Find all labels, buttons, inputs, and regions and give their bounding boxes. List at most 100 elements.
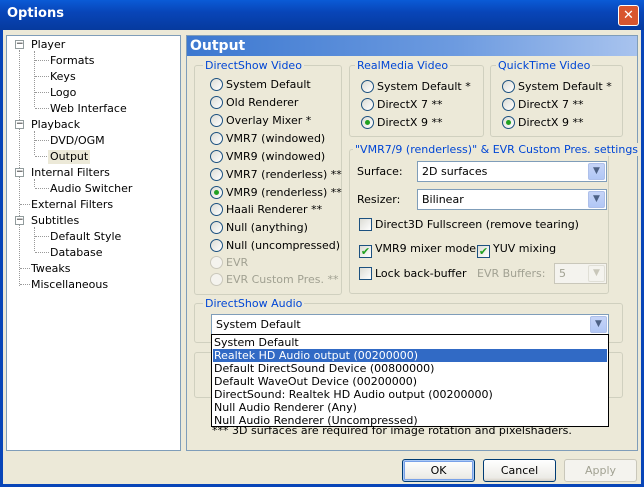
- tree-line: [35, 156, 49, 157]
- radio-ds-vmr9-renderless[interactable]: VMR9 (renderless) **: [210, 186, 342, 199]
- tree-line: [20, 268, 30, 269]
- expander-icon[interactable]: −: [15, 40, 24, 49]
- radio-ds-vmr7-windowed[interactable]: VMR7 (windowed): [210, 132, 325, 145]
- tree-item-playback[interactable]: Playback: [31, 118, 80, 132]
- radio-icon: [210, 203, 223, 216]
- tree-line: [35, 188, 49, 189]
- radio-rm-directx9[interactable]: DirectX 9 **: [361, 116, 442, 129]
- close-icon: ✕: [623, 8, 634, 23]
- evr-buffers-select: 5 ▼: [554, 263, 607, 284]
- radio-label: DirectX 9 **: [377, 116, 443, 129]
- lock-backbuffer-checkbox[interactable]: Lock back-buffer: [359, 267, 467, 280]
- dropdown-option[interactable]: Default WaveOut Device (00200000): [213, 375, 607, 388]
- radio-rm-system-default[interactable]: System Default *: [361, 80, 471, 93]
- dropdown-option-highlighted[interactable]: Realtek HD Audio output (00200000): [213, 349, 607, 362]
- tree-item-database[interactable]: Database: [50, 246, 103, 260]
- dropdown-option[interactable]: Null Audio Renderer (Any): [213, 401, 607, 414]
- tree-item-formats[interactable]: Formats: [50, 54, 95, 68]
- tree-item-keys[interactable]: Keys: [50, 70, 76, 84]
- tree-line: [20, 284, 30, 285]
- chevron-down-icon: ▼: [590, 316, 607, 333]
- tree-item-miscellaneous[interactable]: Miscellaneous: [31, 278, 108, 292]
- surface-select[interactable]: 2D surfaces ▼: [417, 161, 607, 182]
- radio-qt-system-default[interactable]: System Default *: [502, 80, 612, 93]
- radio-qt-directx9[interactable]: DirectX 9 **: [502, 116, 583, 129]
- radio-icon: [210, 239, 223, 252]
- tree-item-player[interactable]: Player: [31, 38, 65, 52]
- radio-icon: [361, 98, 374, 111]
- radio-ds-null-anything[interactable]: Null (anything): [210, 221, 308, 234]
- radio-label: VMR9 (renderless) **: [226, 186, 342, 199]
- radio-label: DirectX 7 **: [377, 98, 443, 111]
- tree-line: [35, 252, 49, 253]
- apply-button: Apply: [564, 459, 637, 482]
- expander-icon[interactable]: −: [15, 120, 24, 129]
- checkbox-label: Lock back-buffer: [375, 267, 467, 280]
- audio-renderer-value: System Default: [216, 318, 301, 331]
- radio-ds-overlay-mixer[interactable]: Overlay Mixer *: [210, 114, 311, 127]
- tree-item-subtitles[interactable]: Subtitles: [31, 214, 79, 228]
- radio-ds-null-uncompressed[interactable]: Null (uncompressed): [210, 239, 340, 252]
- radio-ds-evr: EVR: [210, 256, 248, 269]
- checkbox-label: VMR9 mixer mode: [375, 242, 477, 255]
- chevron-down-icon: ▼: [588, 265, 605, 282]
- radio-rm-directx7[interactable]: DirectX 7 **: [361, 98, 442, 111]
- radio-label: Haali Renderer **: [226, 203, 323, 216]
- radio-ds-system-default[interactable]: System Default: [210, 78, 311, 91]
- audio-renderer-dropdown[interactable]: System Default Realtek HD Audio output (…: [211, 334, 609, 427]
- dropdown-option[interactable]: Default DirectSound Device (00800000): [213, 362, 607, 375]
- evr-buffers-value: 5: [559, 267, 566, 280]
- vmr9-mixer-checkbox[interactable]: ✔ VMR9 mixer mode: [359, 242, 476, 258]
- title-bar[interactable]: [0, 0, 644, 30]
- tree-item-output[interactable]: Output: [48, 150, 91, 164]
- resizer-select[interactable]: Bilinear ▼: [417, 189, 607, 210]
- chevron-down-icon: ▼: [588, 191, 605, 208]
- checkbox-icon: [359, 267, 372, 280]
- tree-line: [34, 131, 35, 155]
- radio-label: System Default: [226, 78, 311, 91]
- radio-ds-vmr9-windowed[interactable]: VMR9 (windowed): [210, 150, 325, 163]
- tree-item-audio-switcher[interactable]: Audio Switcher: [50, 182, 132, 196]
- expander-icon[interactable]: −: [15, 168, 24, 177]
- surface-value: 2D surfaces: [422, 165, 488, 178]
- radio-selected-icon: [502, 116, 515, 129]
- dropdown-option[interactable]: System Default: [213, 336, 607, 349]
- radio-ds-old-renderer[interactable]: Old Renderer: [210, 96, 298, 109]
- radio-ds-vmr7-renderless[interactable]: VMR7 (renderless) **: [210, 168, 342, 181]
- close-button[interactable]: ✕: [618, 5, 639, 26]
- d3d-fullscreen-checkbox[interactable]: Direct3D Fullscreen (remove tearing): [359, 218, 579, 231]
- radio-icon: [210, 273, 223, 286]
- tree-line: [20, 204, 30, 205]
- tree-item-default-style[interactable]: Default Style: [50, 230, 121, 244]
- audio-renderer-select[interactable]: System Default ▼: [211, 314, 609, 335]
- tree-item-external-filters[interactable]: External Filters: [31, 198, 113, 212]
- checkbox-label: Direct3D Fullscreen (remove tearing): [375, 218, 579, 231]
- radio-icon: [210, 256, 223, 269]
- realmedia-video-title: RealMedia Video: [355, 59, 451, 72]
- radio-label: Overlay Mixer *: [226, 114, 312, 127]
- tree-item-internal-filters[interactable]: Internal Filters: [31, 166, 110, 180]
- tree-line: [35, 140, 49, 141]
- dropdown-option[interactable]: DirectSound: Realtek HD Audio output (00…: [213, 388, 607, 401]
- radio-label: VMR7 (renderless) **: [226, 168, 342, 181]
- dropdown-option[interactable]: Null Audio Renderer (Uncompressed): [213, 414, 607, 427]
- yuv-mixing-checkbox[interactable]: ✔ YUV mixing: [477, 242, 556, 258]
- radio-qt-directx7[interactable]: DirectX 7 **: [502, 98, 583, 111]
- radio-icon: [210, 132, 223, 145]
- radio-ds-haali-renderer[interactable]: Haali Renderer **: [210, 203, 322, 216]
- ok-button[interactable]: OK: [402, 459, 475, 482]
- expander-icon[interactable]: −: [15, 216, 24, 225]
- tree-item-tweaks[interactable]: Tweaks: [31, 262, 71, 276]
- evr-buffers-label: EVR Buffers:: [477, 267, 546, 280]
- check-mark-icon: ✔: [477, 245, 490, 258]
- radio-label: EVR Custom Pres. **: [226, 273, 339, 286]
- radio-icon: [210, 150, 223, 163]
- tree-item-dvd-ogm[interactable]: DVD/OGM: [50, 134, 105, 148]
- tree-line: [35, 60, 49, 61]
- radio-icon: [210, 78, 223, 91]
- tree-item-web-interface[interactable]: Web Interface: [50, 102, 127, 116]
- options-tree[interactable]: − Player Formats Keys Logo Web Interface…: [6, 35, 181, 451]
- tree-item-logo[interactable]: Logo: [50, 86, 76, 100]
- cancel-button[interactable]: Cancel: [483, 459, 556, 482]
- radio-selected-icon: [210, 186, 223, 199]
